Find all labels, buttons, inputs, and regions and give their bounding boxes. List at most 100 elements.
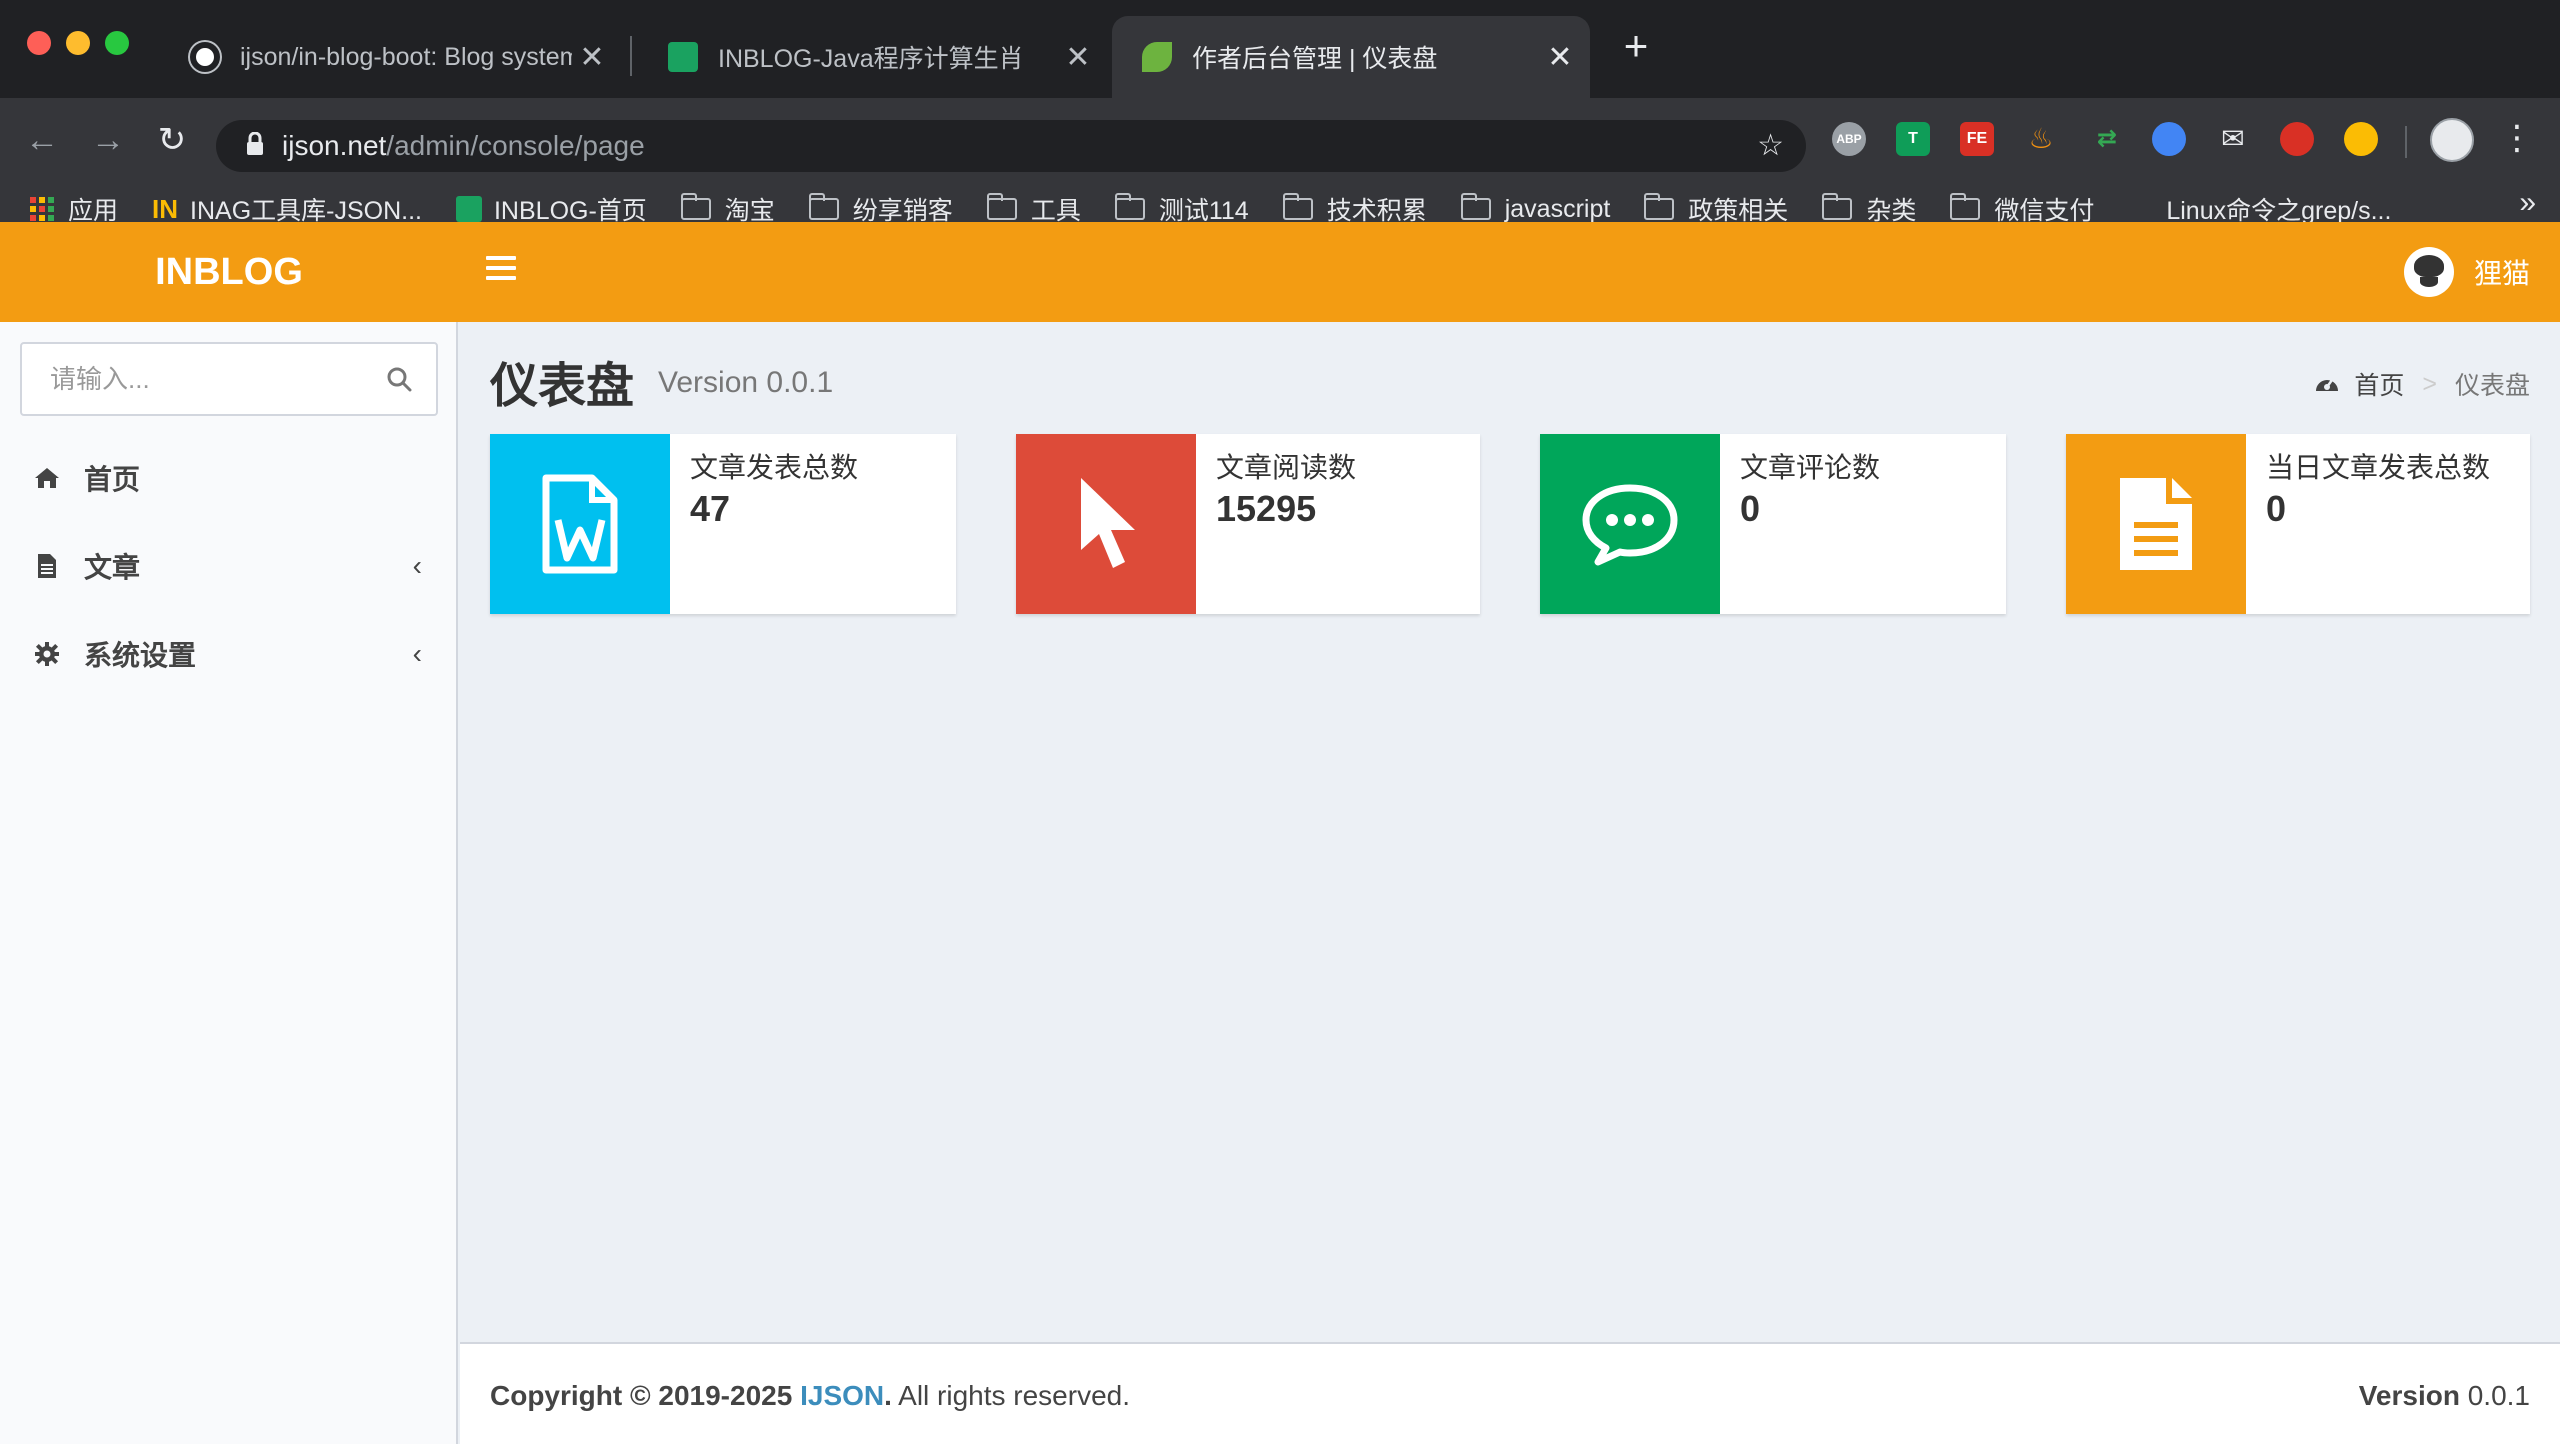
document-icon [2066, 434, 2246, 614]
tab-separator [630, 36, 632, 76]
inblog-icon [455, 196, 482, 222]
breadcrumb-home[interactable]: 首页 [2354, 366, 2404, 402]
avatar [2403, 247, 2454, 297]
minimize-window-button[interactable] [66, 31, 90, 55]
sidebar-item-home[interactable]: 首页 [0, 438, 456, 518]
more-menu-icon[interactable]: ⋮ [2500, 116, 2534, 160]
comment-icon [1540, 434, 1720, 614]
stat-label: 文章评论数 [1740, 452, 1881, 483]
tab-close-icon[interactable]: ✕ [572, 40, 612, 75]
reload-icon[interactable]: ↻ [150, 118, 194, 162]
bookmark-label: javascript [1504, 194, 1611, 223]
address-bar[interactable]: ijson.net/admin/console/page ☆ [216, 120, 1806, 172]
tab-close-icon[interactable]: ✕ [1058, 40, 1098, 75]
github-icon [190, 42, 220, 72]
bookmark-star-icon[interactable]: ☆ [1757, 128, 1784, 163]
toolbar-divider [2405, 126, 2407, 158]
folder-icon [1460, 193, 1491, 220]
url-text: ijson.net/admin/console/page [282, 130, 645, 161]
search-input[interactable] [22, 344, 362, 414]
user-menu[interactable]: 狸猫 [2403, 246, 2530, 298]
footer: Copyright © 2019-2025 IJSON. All rights … [460, 1342, 2560, 1444]
search-icon[interactable] [386, 366, 412, 392]
folder-icon [1644, 193, 1675, 220]
sidebar-item-articles[interactable]: 文章 ‹ [0, 526, 456, 606]
extension-icon[interactable] [2344, 122, 2378, 156]
user-name: 狸猫 [2473, 258, 2530, 289]
apps-icon [30, 197, 54, 221]
copyright: Copyright © 2019-2025 IJSON. All rights … [490, 1380, 1131, 1411]
browser-tab-inblog[interactable]: INBLOG-Java程序计算生肖 ✕ [638, 16, 1108, 98]
globe-icon[interactable] [2152, 122, 2186, 156]
main-content: 仪表盘 Version 0.0.1 首页 > 仪表盘 文章发表总数 47 文章阅… [460, 322, 2560, 1342]
breadcrumb-separator: > [2422, 369, 2437, 398]
stat-box-comments: 文章评论数 0 [1540, 434, 2006, 614]
sidebar-item-label: 首页 [84, 464, 141, 495]
lock-icon [246, 131, 264, 162]
maximize-window-button[interactable] [105, 31, 129, 55]
profile-avatar[interactable] [2430, 118, 2474, 162]
sidebar-search [20, 342, 438, 416]
new-tab-icon[interactable]: + [1614, 25, 1658, 70]
folder-icon [808, 193, 839, 220]
java-icon[interactable]: ♨ [2024, 122, 2058, 156]
dashboard-icon [2314, 373, 2340, 395]
stat-label: 文章发表总数 [690, 452, 859, 483]
file-icon [34, 553, 60, 579]
forward-icon[interactable]: → [86, 118, 130, 162]
cursor-icon [1016, 434, 1196, 614]
inblog-favicon-icon [668, 42, 698, 72]
stat-box-reads: 文章阅读数 15295 [1016, 434, 1480, 614]
browser-tab-dashboard[interactable]: 作者后台管理 | 仪表盘 ✕ [1112, 16, 1590, 98]
mail-icon[interactable]: ✉ [2216, 122, 2250, 156]
adblock-icon[interactable]: ABP [1832, 122, 1866, 156]
inag-icon: IN [152, 193, 179, 224]
stat-label: 当日文章发表总数 [2266, 452, 2491, 483]
stat-value: 0 [1740, 488, 1761, 529]
footer-version-value: 0.0.1 [2467, 1380, 2530, 1411]
app-header: INBLOG 狸猫 [0, 222, 2560, 322]
footer-version-label: Version [2358, 1380, 2460, 1411]
sidebar-item-label: 文章 [84, 552, 141, 583]
page-title: 仪表盘 [490, 360, 635, 413]
copyright-suffix: All rights reserved. [898, 1380, 1131, 1411]
folder-icon [680, 193, 711, 220]
folder-icon [1114, 193, 1145, 220]
folder-icon [1282, 193, 1313, 220]
breadcrumb-current: 仪表盘 [2454, 372, 2530, 400]
footer-version: Version 0.0.1 [2359, 1380, 2530, 1412]
tab-title: ijson/in-blog-boot: Blog system [240, 42, 572, 71]
tab-title: 作者后台管理 | 仪表盘 [1192, 45, 1438, 73]
sync-icon[interactable] [2280, 122, 2314, 156]
stat-label: 文章阅读数 [1216, 452, 1357, 483]
tab-close-icon[interactable]: ✕ [1540, 40, 1580, 75]
sidebar-toggle-icon[interactable] [486, 256, 516, 288]
breadcrumb: 首页 > 仪表盘 [2314, 366, 2530, 402]
stat-box-articles: 文章发表总数 47 [490, 434, 956, 614]
browser-tab-bar: ijson/in-blog-boot: Blog system ✕ INBLOG… [0, 0, 2560, 98]
sidebar-item-label: 系统设置 [84, 640, 197, 671]
browser-tab-github[interactable]: ijson/in-blog-boot: Blog system ✕ [160, 16, 622, 98]
folder-icon [1950, 193, 1981, 220]
stat-value: 0 [2266, 488, 2287, 529]
translate-x-icon[interactable]: ⇄ [2090, 122, 2124, 156]
tab-title: INBLOG-Java程序计算生肖 [718, 45, 1024, 73]
bookmarks-more-button[interactable]: » [2519, 186, 2536, 220]
logo[interactable]: INBLOG [0, 222, 458, 322]
fe-helper-icon[interactable]: FE [1960, 122, 1994, 156]
folder-icon [1822, 193, 1853, 220]
translate-icon[interactable]: T [1896, 122, 1930, 156]
ijson-link[interactable]: IJSON [800, 1380, 884, 1411]
chevron-left-icon: ‹ [412, 550, 422, 581]
chevron-left-icon: ‹ [412, 638, 422, 669]
home-icon [34, 465, 60, 491]
folder-icon [986, 193, 1017, 220]
sidebar-item-settings[interactable]: 系统设置 ‹ [0, 614, 456, 694]
browser-toolbar: ← → ↻ ijson.net/admin/console/page ☆ ABP… [0, 98, 2560, 242]
sidebar: 首页 文章 ‹ 系统设置 ‹ [0, 322, 458, 1444]
close-window-button[interactable] [27, 31, 51, 55]
back-icon[interactable]: ← [20, 118, 64, 162]
gear-icon [34, 641, 60, 667]
copyright-prefix: Copyright © 2019-2025 [490, 1380, 793, 1411]
bookmark-folder[interactable]: javascript [1460, 193, 1611, 224]
